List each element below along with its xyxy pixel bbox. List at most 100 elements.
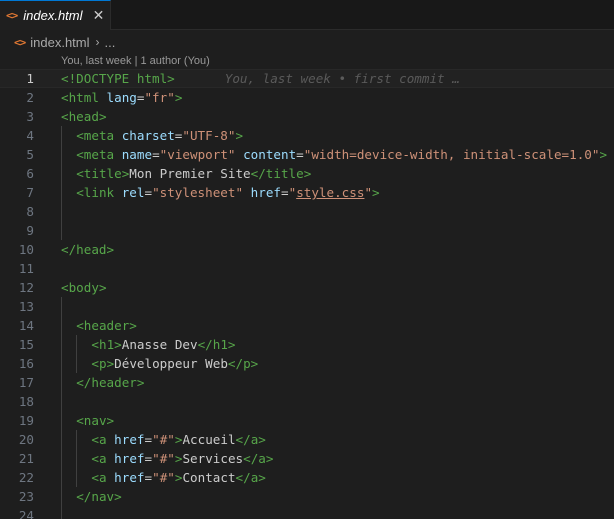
code-token: >	[136, 375, 145, 390]
indent-guide	[61, 430, 62, 449]
code-token: >	[98, 280, 107, 295]
close-icon[interactable]: ✕	[91, 7, 107, 24]
code-token: content	[243, 147, 297, 162]
code-line[interactable]: 16 <p>Développeur Web</p>	[0, 354, 614, 373]
code-token[interactable]: style.css	[296, 185, 364, 200]
code-token: rel	[121, 185, 145, 200]
line-number: 22	[18, 470, 34, 485]
code-token: </	[243, 451, 259, 466]
indent-guide	[61, 316, 62, 335]
indent-guide	[61, 373, 62, 392]
indent-guide	[61, 126, 62, 145]
indent-guide	[61, 335, 62, 354]
indent-guide	[61, 164, 62, 183]
code-token: =	[144, 470, 153, 485]
code-line[interactable]: 12 <body>	[0, 278, 614, 297]
code-token: >	[174, 90, 183, 105]
tab-label: index.html	[23, 8, 83, 23]
line-number: 15	[18, 337, 34, 352]
code-line[interactable]: 6 <title>Mon Premier Site</title>	[0, 164, 614, 183]
code-line[interactable]: 19 <nav>	[0, 411, 614, 430]
code-token: =	[281, 185, 289, 200]
code-line[interactable]: 8	[0, 202, 614, 221]
code-line[interactable]: 10 </head>	[0, 240, 614, 259]
code-token: body	[68, 280, 99, 295]
code-line[interactable]: 20 <a href="#">Accueil</a>	[0, 430, 614, 449]
code-token: href	[114, 432, 145, 447]
code-line[interactable]: 7 <link rel="stylesheet" href="style.css"…	[0, 183, 614, 202]
code-line[interactable]: 17 </header>	[0, 373, 614, 392]
code-token: "UTF-8"	[182, 128, 236, 143]
indent-guide	[61, 297, 62, 316]
code-line[interactable]: 5 <meta name="viewport" content="width=de…	[0, 145, 614, 164]
code-token: <!DOCTYPE html>	[61, 71, 175, 86]
code-editor[interactable]: 1 <!DOCTYPE html> You, last week • first c…	[0, 69, 614, 519]
indent-guide	[61, 487, 62, 506]
code-token: >	[114, 337, 122, 352]
tab-index-html[interactable]: <> index.html ✕	[0, 0, 111, 30]
code-token: header	[91, 375, 137, 390]
code-line[interactable]: 9	[0, 221, 614, 240]
code-line[interactable]: 21 <a href="#">Services</a>	[0, 449, 614, 468]
code-line[interactable]: 18	[0, 392, 614, 411]
code-line[interactable]: 1 <!DOCTYPE html> You, last week • first c…	[0, 69, 614, 88]
code-line[interactable]: 24	[0, 506, 614, 519]
code-line[interactable]: 14 <header>	[0, 316, 614, 335]
code-token: >	[599, 147, 608, 162]
code-text: <!DOCTYPE html> You, last week • first co…	[61, 69, 460, 88]
indent-guide	[76, 449, 78, 468]
indent-guide	[61, 449, 62, 468]
code-token: "#"	[152, 470, 175, 485]
code-token: <	[76, 413, 84, 428]
code-token: head	[68, 109, 99, 124]
code-line[interactable]: 4 <meta charset="UTF-8">	[0, 126, 614, 145]
code-token: name	[121, 147, 153, 162]
code-line[interactable]: 13	[0, 297, 614, 316]
code-line[interactable]: 3 <head>	[0, 107, 614, 126]
breadcrumb-file[interactable]: index.html	[30, 35, 89, 50]
code-line[interactable]: 15 <h1>Anasse Dev</h1>	[0, 335, 614, 354]
code-line[interactable]: 22 <a href="#">Contact</a>	[0, 468, 614, 487]
code-token: title	[265, 166, 304, 181]
code-token: <	[76, 166, 84, 181]
code-text: <a href="#">Services</a>	[91, 449, 273, 468]
line-number: 21	[18, 451, 34, 466]
line-number: 18	[18, 394, 34, 409]
line-number: 14	[18, 318, 34, 333]
code-token: >	[106, 242, 115, 257]
code-line[interactable]: 11	[0, 259, 614, 278]
code-text: <header>	[76, 316, 137, 335]
code-token: href	[114, 470, 145, 485]
code-token: =	[296, 147, 304, 162]
code-token: Contact	[182, 470, 236, 485]
code-token: >	[227, 337, 236, 352]
indent-guide	[61, 221, 62, 240]
code-token: <	[76, 128, 84, 143]
code-token: </	[197, 337, 213, 352]
code-line[interactable]: 2 <html lang="fr">	[0, 88, 614, 107]
html-file-icon: <>	[6, 9, 18, 22]
chevron-right-icon: ›	[95, 35, 100, 49]
code-token: a	[98, 470, 107, 485]
code-line[interactable]: 23 </nav>	[0, 487, 614, 506]
git-codelens[interactable]: You, last week | 1 author (You)	[61, 54, 210, 68]
indent-guide	[76, 430, 78, 449]
breadcrumb-symbols[interactable]: ...	[105, 35, 116, 50]
code-token: a	[98, 432, 107, 447]
code-token: =	[144, 451, 153, 466]
code-token: <	[76, 185, 84, 200]
code-text: <h1>Anasse Dev</h1>	[91, 335, 235, 354]
code-text: <title>Mon Premier Site</title>	[76, 164, 311, 183]
editor-tab-bar: <> index.html ✕	[0, 0, 614, 30]
code-text: </header>	[76, 373, 144, 392]
code-token: "stylesheet"	[152, 185, 244, 200]
code-token: >	[129, 318, 137, 333]
code-token: meta	[83, 147, 115, 162]
code-text: <html lang="fr">	[61, 88, 182, 107]
code-token: =	[144, 185, 153, 200]
code-text: <body>	[61, 278, 107, 297]
code-token: </	[76, 489, 92, 504]
breadcrumb: <> index.html › ...	[0, 31, 614, 53]
code-token: =	[152, 147, 160, 162]
